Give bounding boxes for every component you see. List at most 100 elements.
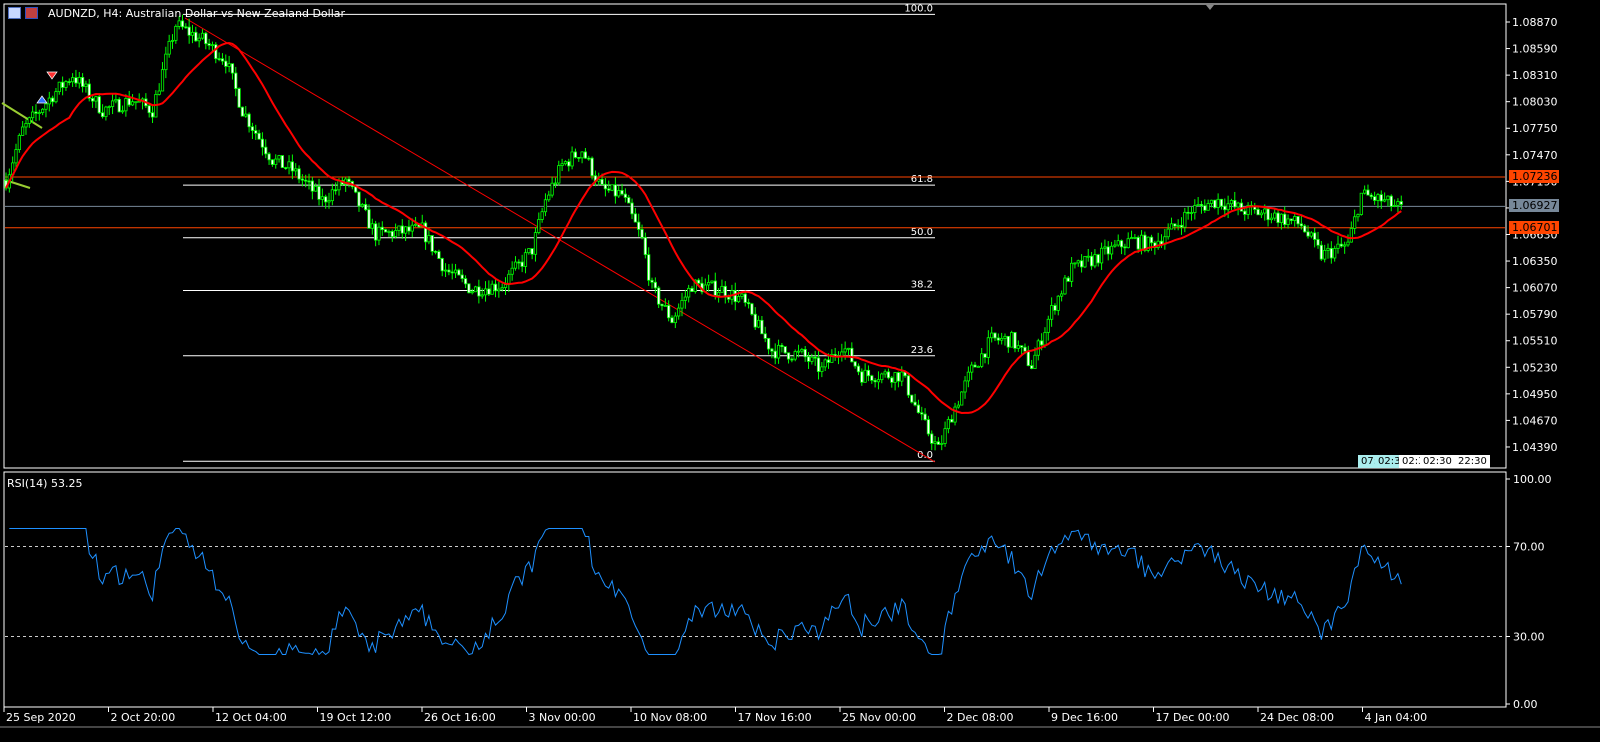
candle-body <box>490 283 494 295</box>
candle-body <box>940 443 944 445</box>
candle-body <box>287 161 291 169</box>
candle-body <box>936 441 941 445</box>
candle-body <box>1056 295 1060 311</box>
candle-body <box>197 37 201 42</box>
candle-body <box>970 364 974 373</box>
candle-body <box>290 161 294 172</box>
candle-body <box>114 98 118 102</box>
candle-body <box>337 180 341 191</box>
candle-body <box>397 225 401 231</box>
time-tick-label: 2 Oct 20:00 <box>111 711 176 724</box>
candle-body <box>1013 332 1017 349</box>
time-tick-label: 19 Oct 12:00 <box>320 711 392 724</box>
candle-body <box>44 103 48 110</box>
chart-canvas[interactable]: 1.08870 1.08590 1.08310 1.08030 1.07750 1.074… <box>0 0 1600 742</box>
candle-body <box>533 232 538 255</box>
candle-body <box>1183 211 1187 228</box>
candle-body <box>410 224 414 232</box>
candle-body <box>334 189 338 192</box>
candle-body <box>853 361 857 367</box>
chart-window: 1.08870 1.08590 1.08310 1.08030 1.07750 1.074… <box>0 0 1600 742</box>
sell-arrow-icon <box>46 71 58 80</box>
candle-body <box>347 178 351 182</box>
candle-body <box>790 358 794 361</box>
candle-body <box>793 351 797 360</box>
candle-body <box>883 371 887 375</box>
candle-body <box>254 130 258 134</box>
candle-body <box>174 25 178 41</box>
candle-body <box>587 157 591 160</box>
candle-body <box>170 39 175 42</box>
candle-body <box>1233 200 1237 208</box>
time-tag[interactable]: 22:30 <box>1455 455 1490 468</box>
candle-body <box>963 380 967 393</box>
candle-body <box>896 372 901 382</box>
candle-body <box>553 182 558 185</box>
candle-body <box>926 419 931 435</box>
candle-body <box>607 188 611 191</box>
candle-body <box>247 113 251 128</box>
candle-body <box>57 81 61 92</box>
candle-body <box>120 110 125 113</box>
candle-body <box>976 365 980 368</box>
candle-body <box>637 221 641 230</box>
candle-body <box>900 371 904 382</box>
candle-body <box>906 375 911 396</box>
fib-level-label: 50.0 <box>911 227 933 238</box>
candle-body <box>1219 198 1224 207</box>
candle-body <box>996 337 1000 341</box>
candle-body <box>1336 243 1340 249</box>
rsi-tick-label: 100.00 <box>1513 473 1552 486</box>
candle-body <box>1023 346 1027 352</box>
candle-body <box>760 319 764 335</box>
buy-arrow-icon <box>36 95 48 104</box>
candle-body <box>640 229 644 238</box>
candle-body <box>220 58 225 62</box>
candle-body <box>1086 255 1090 258</box>
candle-body <box>813 356 817 359</box>
candle-body <box>267 153 271 161</box>
candle-body <box>324 196 328 203</box>
candle-body <box>127 98 131 106</box>
candle-body <box>826 359 831 363</box>
candle-body <box>966 371 970 382</box>
candle-body <box>756 319 761 328</box>
candle-body <box>310 180 314 192</box>
candle-body <box>1010 332 1014 348</box>
candle-body <box>134 101 138 104</box>
candle-body <box>1166 228 1170 238</box>
candle-body <box>430 235 434 252</box>
candle-body <box>710 280 714 283</box>
price-tick-label: 1.08310 <box>1512 69 1558 82</box>
candle-body <box>467 283 471 294</box>
candle-body <box>973 364 977 368</box>
rsi-line <box>9 528 1402 656</box>
candle-body <box>330 189 334 202</box>
candle-body <box>660 303 664 307</box>
candle-body <box>327 200 331 203</box>
candle-body <box>1383 199 1387 202</box>
fib-level-label: 61.8 <box>911 174 933 185</box>
time-tick-label: 2 Dec 08:00 <box>947 711 1014 724</box>
candle-body <box>317 185 321 200</box>
candle-body <box>1343 244 1347 247</box>
candle-body <box>780 344 784 348</box>
candle-body <box>367 209 371 229</box>
candle-body <box>580 151 584 159</box>
time-tag[interactable]: 02:30 <box>1420 455 1455 468</box>
candle-body <box>214 44 218 60</box>
time-tick-label: 25 Sep 2020 <box>6 711 76 724</box>
candle-body <box>840 351 844 357</box>
candle-body <box>1269 217 1273 221</box>
candle-body <box>394 230 398 237</box>
price-tick-label: 1.05510 <box>1512 335 1558 348</box>
candle-body <box>650 279 654 283</box>
candle-body <box>377 226 381 241</box>
candle-body <box>97 96 101 114</box>
price-tick-label: 1.05790 <box>1512 308 1558 321</box>
candle-body <box>433 250 438 253</box>
candle-body <box>147 105 151 114</box>
candle-body <box>260 138 265 148</box>
candle-body <box>1126 238 1130 249</box>
time-tick-label: 24 Dec 08:00 <box>1260 711 1334 724</box>
